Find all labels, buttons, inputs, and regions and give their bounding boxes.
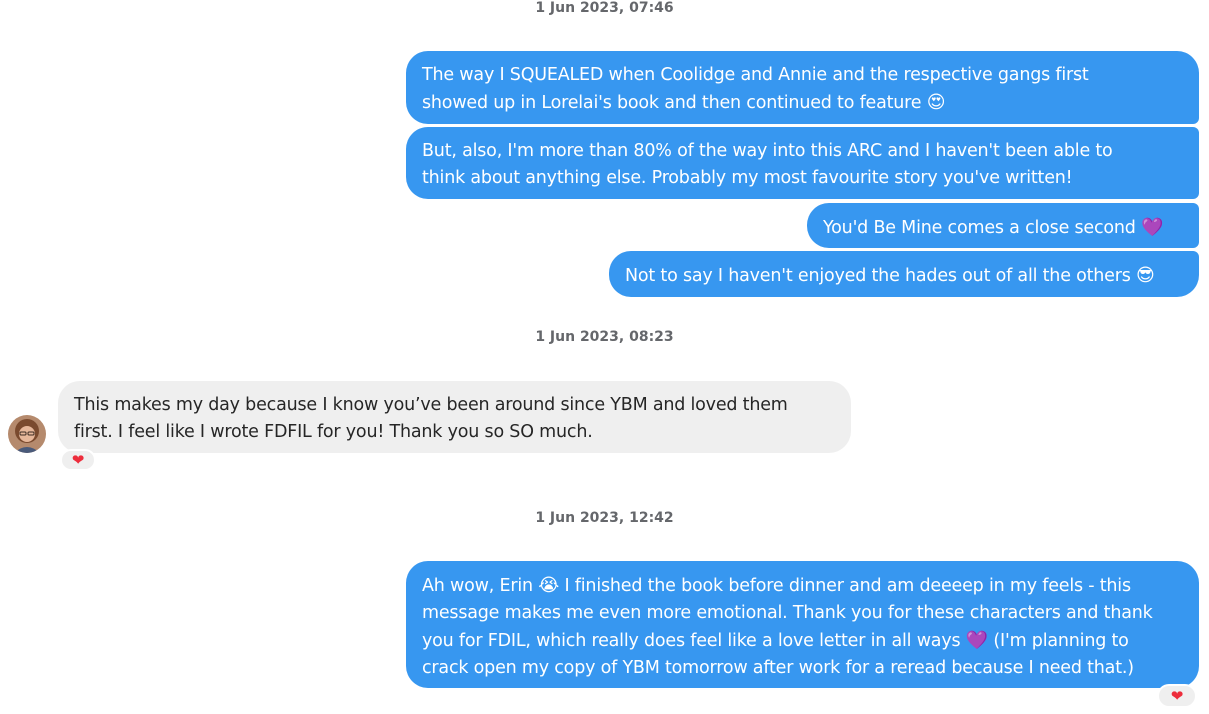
purple-heart-emoji-icon: 💜 [965, 630, 988, 651]
timestamp: 1 Jun 2023, 08:23 [535, 329, 674, 345]
message-text: The way I SQUEALED when Coolidge and Ann… [422, 65, 1089, 85]
heart-icon: ❤ [71, 451, 85, 469]
outgoing-message[interactable]: Not to say I haven't enjoyed the hades o… [609, 251, 1199, 297]
reaction-badge[interactable]: ❤ [60, 449, 96, 471]
message-text: first. I feel like I wrote FDFIL for you… [74, 422, 593, 442]
outgoing-message[interactable]: But, also, I'm more than 80% of the way … [406, 127, 1199, 199]
outgoing-message[interactable]: The way I SQUEALED when Coolidge and Ann… [406, 51, 1199, 124]
message-text: showed up in Lorelai's book and then con… [422, 93, 922, 113]
heart-icon: ❤ [1170, 687, 1184, 705]
message-text: Ah wow, Erin [422, 576, 533, 596]
message-text: you for FDIL, which really does feel lik… [422, 631, 961, 651]
incoming-message[interactable]: This makes my day because I know you’ve … [58, 381, 851, 453]
outgoing-message[interactable]: Ah wow, Erin 😭 I finished the book befor… [406, 561, 1199, 688]
timestamp: 1 Jun 2023, 07:46 [535, 0, 674, 16]
crying-emoji-icon: 😭 [538, 575, 560, 596]
message-text: (I'm planning to [993, 631, 1129, 651]
star-eyes-emoji-icon: 😍 [926, 92, 946, 113]
message-text: I finished the book before dinner and am… [564, 576, 1131, 596]
reaction-badge[interactable]: ❤ [1157, 684, 1197, 708]
message-text: This makes my day because I know you’ve … [74, 395, 788, 415]
message-text: Not to say I haven't enjoyed the hades o… [625, 266, 1131, 286]
message-text: But, also, I'm more than 80% of the way … [422, 141, 1113, 161]
purple-heart-emoji-icon: 💜 [1141, 217, 1164, 238]
timestamp: 1 Jun 2023, 12:42 [535, 510, 674, 526]
message-text: crack open my copy of YBM tomorrow after… [422, 658, 1134, 678]
outgoing-message[interactable]: You'd Be Mine comes a close second 💜 [807, 203, 1199, 248]
avatar[interactable] [8, 415, 46, 453]
message-text: think about anything else. Probably my m… [422, 168, 1073, 188]
sunglasses-emoji-icon: 😎 [1136, 265, 1155, 286]
message-text: You'd Be Mine comes a close second [823, 218, 1136, 238]
avatar-photo-icon [8, 415, 46, 453]
message-text: message makes me even more emotional. Th… [422, 603, 1153, 623]
